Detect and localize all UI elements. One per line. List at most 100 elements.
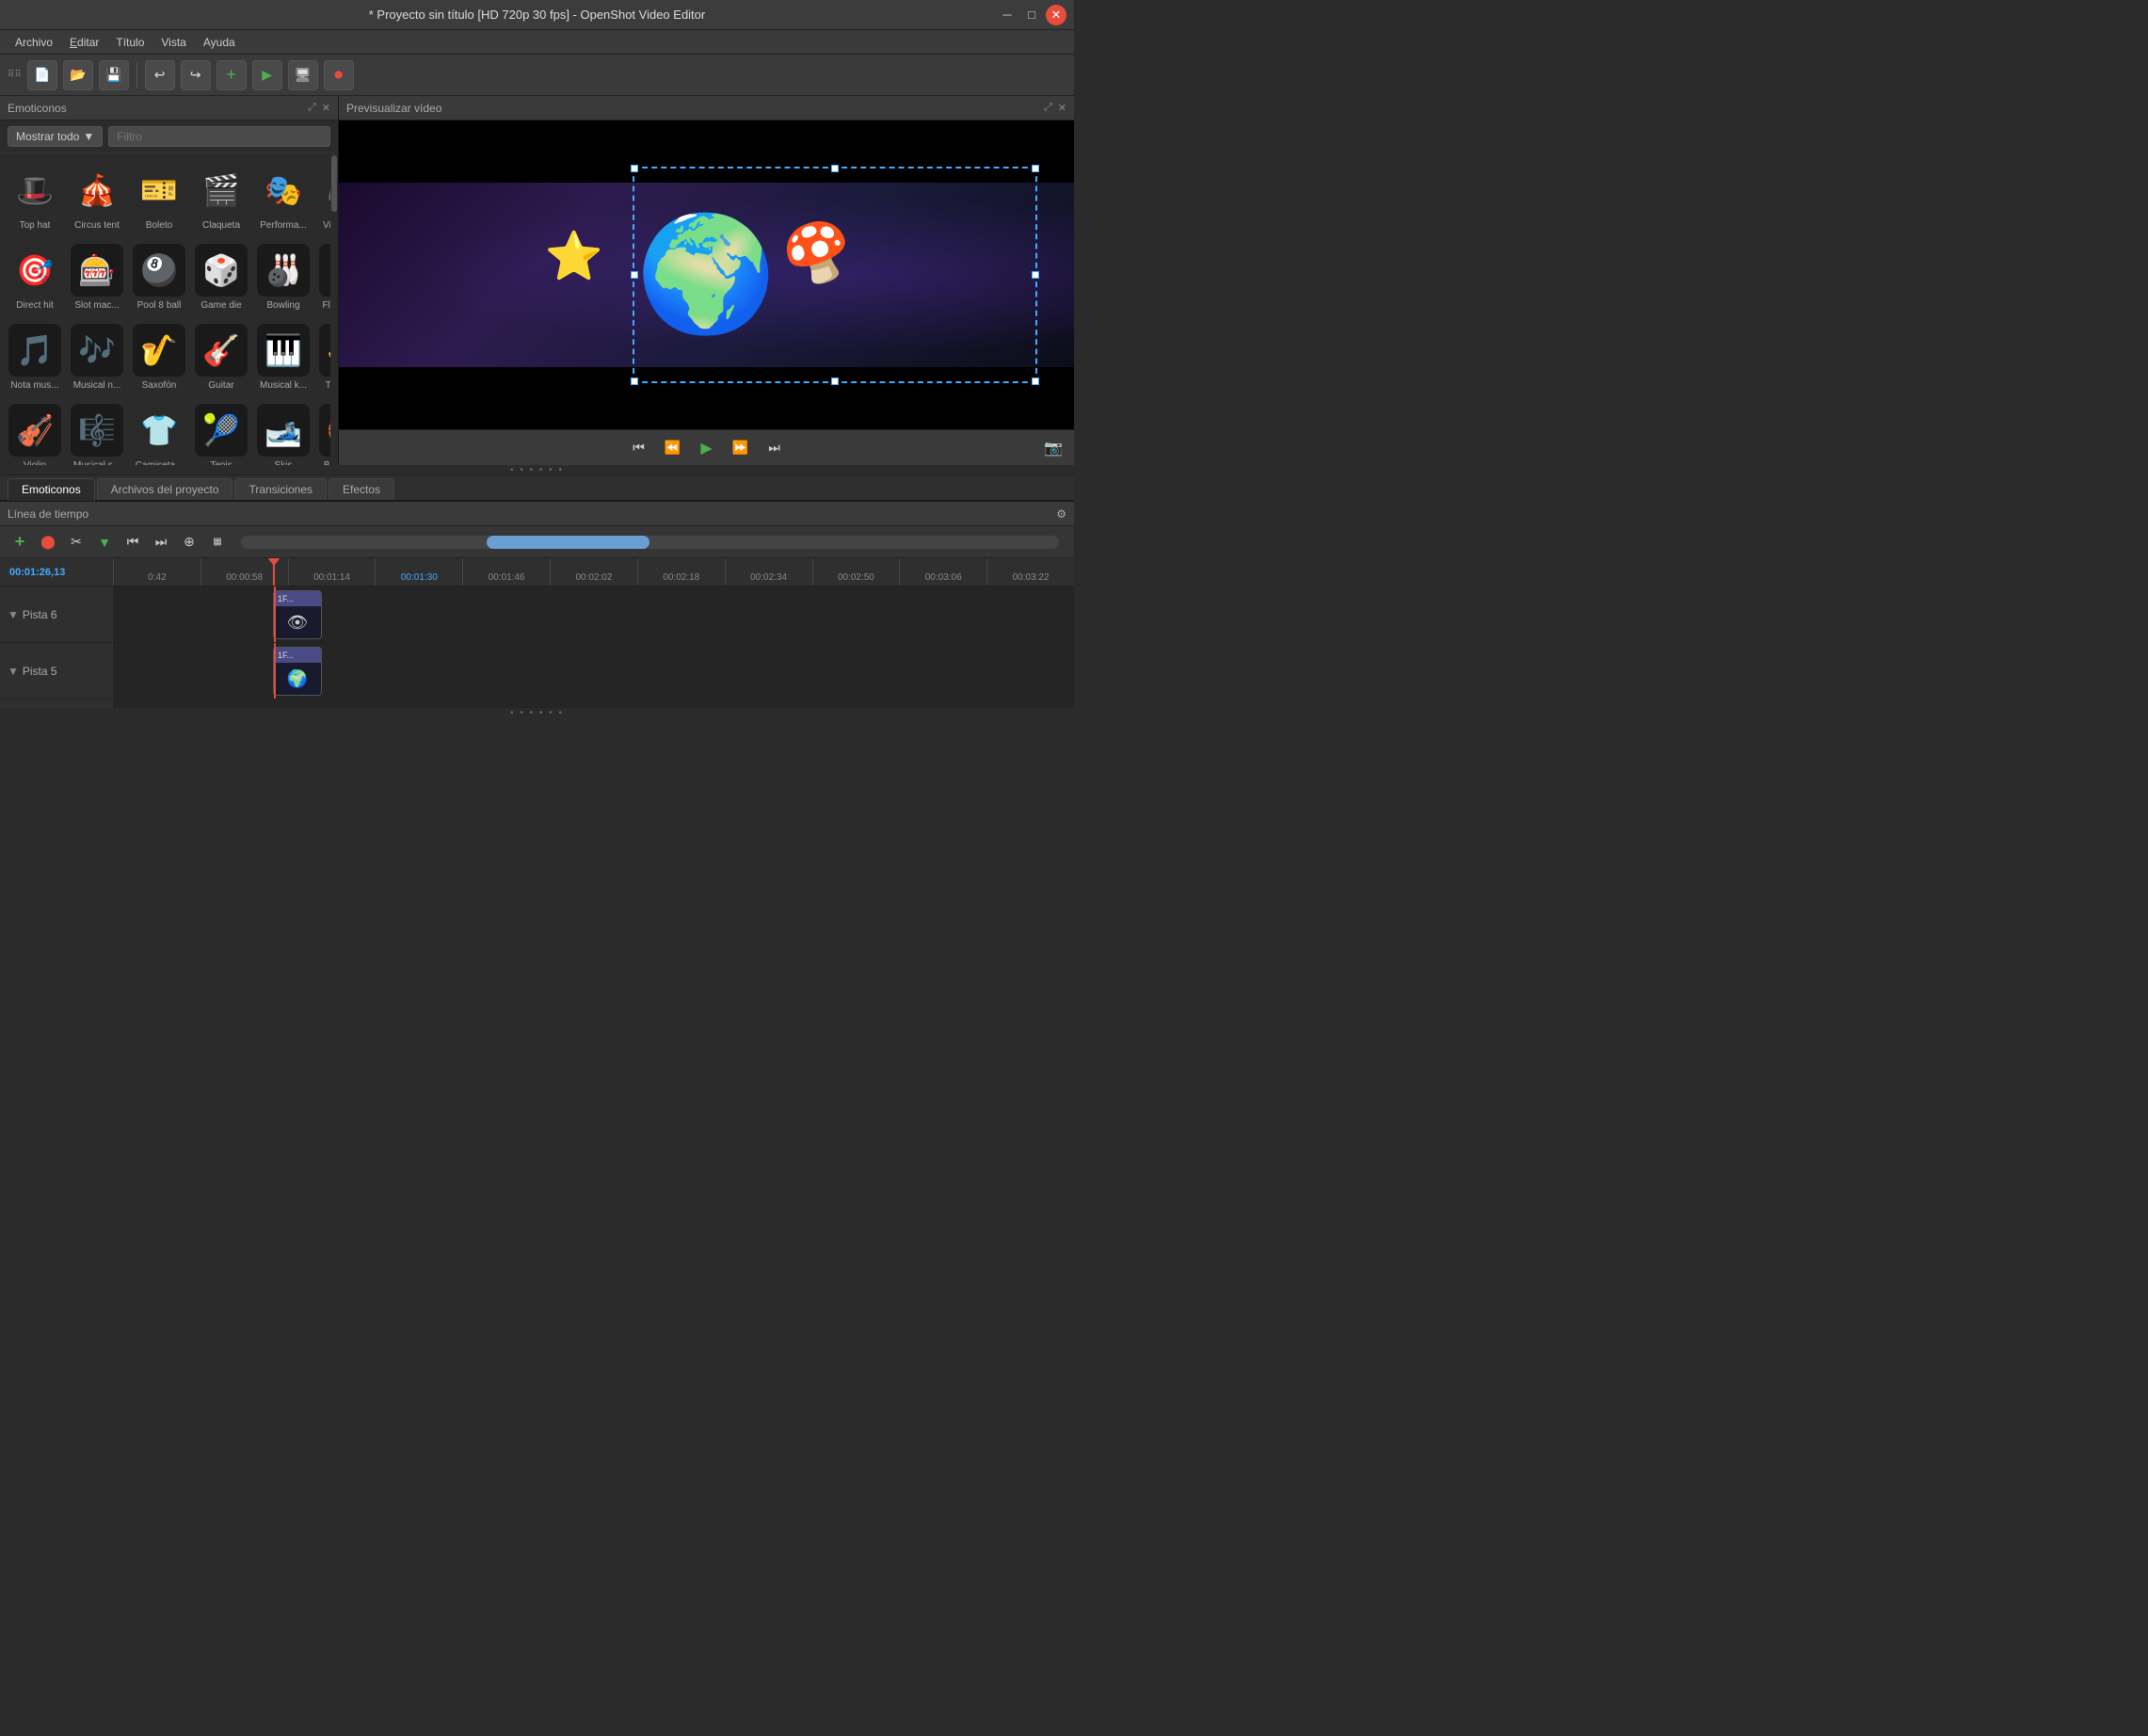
emoji-label-bball: Basketball [324,460,330,465]
emoji-item-ticket[interactable]: 🎫Boleto [128,157,190,237]
drag-handle-bottom[interactable]: • • • • • • [0,708,1074,717]
track-content-pista6[interactable]: 1F... 👁 [113,587,1074,642]
add-button[interactable]: + [216,60,247,90]
tl-center-button[interactable]: ⬤ [36,530,60,555]
emoji-scrollbar-thumb[interactable] [331,155,337,212]
clip-pista5[interactable]: 1F... 🌍 [273,647,322,696]
play-pause-button[interactable]: ▶ [694,435,720,461]
menu-ayuda[interactable]: Ayuda [196,33,243,52]
filter-dropdown[interactable]: Mostrar todo ▼ [8,126,103,147]
screenshot-button[interactable]: 📷 [1044,439,1063,458]
tl-zoom-in-button[interactable]: ⊕ [177,530,201,555]
menubar: Archivo Editar Título Vista Ayuda [0,30,1074,55]
play-button[interactable]: ▶ [252,60,282,90]
save-button[interactable]: 💾 [99,60,129,90]
menu-titulo[interactable]: Título [108,33,152,52]
emoji-item-note[interactable]: 🎵Nota mus... [4,317,66,397]
emoji-item-note2[interactable]: 🎶Musical n... [66,317,128,397]
skip-start-button[interactable]: ⏮ [626,435,652,461]
tab-transiciones[interactable]: Transiciones [234,478,327,500]
emoji-label-circus: Circus tent [74,220,120,231]
emoji-item-guitar[interactable]: 🎸Guitar [190,317,252,397]
titlebar: * Proyecto sin título [HD 720p 30 fps] -… [0,0,1074,30]
emoji-item-skis[interactable]: 🎿Skis [252,397,314,465]
export-button[interactable]: 🖥 [288,60,318,90]
skip-end-button[interactable]: ⏭ [761,435,788,461]
emoji-item-clapper[interactable]: 🎬Claqueta [190,157,252,237]
emoji-item-bowling[interactable]: 🎳Bowling [252,237,314,317]
playhead-track-line [274,587,276,642]
panel-expand-icon[interactable]: ⤢ [308,102,316,114]
preview-close-icon[interactable]: ✕ [1058,102,1066,114]
emoji-label-tophat: Top hat [20,220,51,231]
panel-close-icon[interactable]: ✕ [322,102,330,114]
open-button[interactable]: 📂 [63,60,93,90]
emoji-scrollbar[interactable] [330,153,338,465]
emoji-item-keys[interactable]: 🎹Musical k... [252,317,314,397]
emoji-label-perform: Performa... [260,220,306,231]
clip-pista6[interactable]: 1F... 👁 [273,590,322,639]
tab-emoticonos[interactable]: Emoticonos [8,478,95,501]
emoji-item-tophat[interactable]: 🎩 Top hat [4,157,66,237]
tab-archivos[interactable]: Archivos del proyecto [97,478,233,500]
emoji-item-gamepad[interactable]: 🎮Video ga... [314,157,330,237]
tab-efectos[interactable]: Efectos [329,478,394,500]
track-label-pista5: ▼ Pista 5 [0,643,113,699]
menu-vista[interactable]: Vista [153,33,193,52]
video-preview: 🌍 🍄 ⭐ [339,121,1074,429]
close-button[interactable]: ✕ [1046,5,1066,25]
track-arrow-icon[interactable]: ▼ [8,608,19,621]
emoji-item-die[interactable]: 🎲Game die [190,237,252,317]
preview-controls-icons: ⤢ ✕ [1044,102,1066,114]
tl-cut-button[interactable]: ✂ [64,530,88,555]
minimize-button[interactable]: ─ [997,5,1018,25]
tl-next-button[interactable]: ⏭ [149,530,173,555]
new-button[interactable]: 📄 [27,60,57,90]
track-arrow-icon[interactable]: ▼ [8,665,19,678]
tl-down-button[interactable]: ▼ [92,530,117,555]
playhead[interactable] [273,558,275,586]
drag-handle[interactable]: • • • • • • [0,465,1074,474]
window-controls: ─ □ ✕ [997,5,1066,25]
ruler-mark: 0:42 [113,558,200,586]
emoji-icon-shirt: 👕 [133,404,185,457]
menu-archivo[interactable]: Archivo [8,33,60,52]
preview-expand-icon[interactable]: ⤢ [1044,102,1052,114]
menu-editar[interactable]: Editar [62,33,106,52]
maximize-button[interactable]: □ [1021,5,1042,25]
timeline-scroll-thumb[interactable] [487,536,650,549]
filter-input[interactable] [108,126,330,147]
ruler-mark: 00:03:06 [899,558,986,586]
track-content-pista5[interactable]: 1F... 🌍 [113,643,1074,699]
clip-header: 1F... [274,648,321,663]
emoji-item-slot[interactable]: 🎰Slot mac... [66,237,128,317]
rewind-button[interactable]: ⏪ [660,435,686,461]
track-label-pista4: ▼ Pista 4 [0,699,113,708]
track-pista6: ▼ Pista 6 1F... 👁 [0,587,1074,643]
emoji-item-shirt[interactable]: 👕Camiseta... [128,397,190,465]
emoji-item-target[interactable]: 🎯Direct hit [4,237,66,317]
timeline-settings-icon[interactable]: ⚙ [1056,507,1066,521]
record-button[interactable]: ⏺ [324,60,354,90]
emoji-item-pool[interactable]: 🎱Pool 8 ball [128,237,190,317]
timeline-scrollbar[interactable] [241,536,1059,549]
fast-forward-button[interactable]: ⏩ [728,435,754,461]
tl-zoom-out-button[interactable]: ▦ [205,530,230,555]
emoji-item-sax[interactable]: 🎷Saxofón [128,317,190,397]
emoji-item-music[interactable]: 🎼Musical s... [66,397,128,465]
emoticonos-panel: Emoticonos ⤢ ✕ Mostrar todo ▼ 🎩Top hat🎪C… [0,96,339,465]
emoji-item-perform[interactable]: 🎭Performa... [252,157,314,237]
emoji-item-flower[interactable]: 🎴Flower pl... [314,237,330,317]
emoji-item-tennis[interactable]: 🎾Tenis [190,397,252,465]
emoji-item-trumpet[interactable]: 🎺Trompeta [314,317,330,397]
emoji-item-circus[interactable]: 🎪Circus tent [66,157,128,237]
chevron-down-icon: ▼ [83,130,94,143]
emoji-item-bball[interactable]: 🏀Basketball [314,397,330,465]
undo-button[interactable]: ↩ [145,60,175,90]
track-content-pista4[interactable] [113,699,1074,708]
emoji-icon-tophat: 🎩 [8,164,61,217]
tl-prev-button[interactable]: ⏮ [120,530,145,555]
redo-button[interactable]: ↪ [181,60,211,90]
tl-add-button[interactable]: + [8,530,32,555]
emoji-item-violin[interactable]: 🎻Violin [4,397,66,465]
